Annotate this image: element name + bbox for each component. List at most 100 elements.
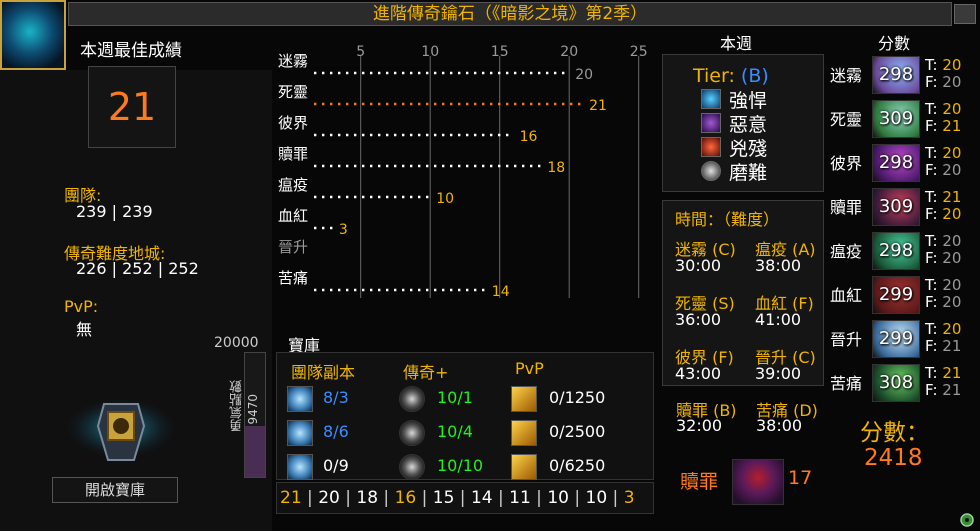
run-level: 15: [432, 488, 455, 508]
f-prefix: F:: [925, 161, 943, 179]
run-level: 16: [394, 488, 417, 508]
dungeon-score-badge[interactable]: 308: [872, 364, 920, 402]
mythic-reward-icon[interactable]: [399, 420, 425, 446]
t-value: 21: [942, 364, 962, 382]
pvp-progress-2: 0/2500: [549, 422, 606, 441]
great-vault-icon[interactable]: [66, 390, 176, 474]
timer-value: 38:00: [755, 256, 802, 275]
affix-panel: Tier: (B) 強悍 惡意 兇殘 磨難: [662, 54, 824, 192]
raid-reward-icon[interactable]: [287, 420, 313, 446]
settings-gear-icon[interactable]: [958, 512, 976, 528]
pvp-progress-3: 0/6250: [549, 456, 606, 475]
valor-progress-fill: [245, 426, 265, 477]
pvp-reward-icon[interactable]: [511, 454, 537, 480]
timer-value: 43:00: [675, 364, 722, 383]
chart-category-label: 贖罪: [278, 145, 308, 163]
raid-reward-icon[interactable]: [287, 454, 313, 480]
f-value: 21: [942, 117, 962, 135]
run-separator: |: [454, 488, 471, 508]
t-prefix: T:: [925, 188, 943, 206]
t-value: 20: [942, 276, 962, 294]
tier-label: Tier:: [693, 65, 735, 87]
t-value: 20: [942, 56, 962, 74]
spiteful-affix-icon[interactable]: [701, 113, 721, 133]
pvp-reward-icon[interactable]: [511, 386, 537, 412]
t-prefix: T:: [925, 276, 943, 294]
vault-header-mythic: 傳奇+: [403, 363, 449, 382]
best-run-dungeon-icon[interactable]: [732, 459, 784, 505]
t-prefix: T:: [925, 56, 943, 74]
weekly-runs-list: 21 | 20 | 18 | 16 | 15 | 14 | 11 | 10 | …: [276, 482, 654, 514]
tyrannical-level: T: 21: [925, 365, 961, 382]
mythic-reward-icon[interactable]: [399, 454, 425, 480]
pvp-reward-icon[interactable]: [511, 420, 537, 446]
dungeon-runs-chart: 5 10 15 20 25 迷霧 20 死靈 21 彼界 16 贖罪 18 瘟疫 10 血紅 3 晉升苦痛 14: [278, 44, 648, 300]
total-score-value: 2418: [864, 445, 923, 471]
dungeon-score-badge[interactable]: 299: [872, 276, 920, 314]
mythic-progress-3: 10/10: [437, 456, 484, 475]
run-separator: |: [301, 488, 319, 508]
raging-affix-icon[interactable]: [701, 137, 721, 157]
valor-label: 勇氣點數: [230, 380, 245, 432]
t-value: 20: [942, 232, 962, 250]
fortified-level: F: 21: [925, 382, 961, 399]
dungeon-score-badge[interactable]: 298: [872, 56, 920, 94]
mythic-value: 226 | 252 | 252: [76, 259, 199, 278]
chart-category-label: 瘟疫: [278, 176, 308, 194]
t-prefix: T:: [925, 144, 943, 162]
dungeon-score-badge[interactable]: 309: [872, 100, 920, 138]
fortified-affix-icon[interactable]: [701, 89, 721, 109]
pvp-value: 無: [76, 320, 93, 339]
tyrannical-level: T: 20: [925, 277, 961, 294]
mythic-progress-2: 10/4: [437, 422, 473, 441]
dungeon-timers-panel: 時間：（難度） 迷霧 (C) 30:00 瘟疫 (A) 38:00 死靈 (S)…: [662, 200, 824, 386]
f-prefix: F:: [925, 249, 943, 267]
raid-reward-icon[interactable]: [287, 386, 313, 412]
run-separator: |: [530, 488, 548, 508]
timer-value: 38:00: [756, 416, 803, 435]
week-title: 本週: [720, 34, 753, 53]
t-value: 20: [942, 144, 962, 162]
timer-value: 39:00: [755, 364, 802, 383]
dungeon-score-badge[interactable]: 309: [872, 188, 920, 226]
dungeon-score-badge[interactable]: 298: [872, 144, 920, 182]
raid-progress-2: 8/6: [323, 422, 349, 441]
t-prefix: T:: [925, 364, 943, 382]
f-value: 20: [942, 73, 962, 91]
raid-progress-3: 0/9: [323, 456, 349, 475]
dungeon-score-badge[interactable]: 298: [872, 232, 920, 270]
f-value: 21: [942, 381, 962, 399]
run-level: 10: [547, 488, 569, 508]
run-separator: |: [378, 488, 395, 508]
timer-value: 32:00: [676, 416, 723, 435]
valor-max: 20000: [214, 335, 259, 351]
valor-value: 9470: [246, 394, 260, 425]
fortified-level: F: 21: [925, 338, 961, 355]
chart-category-label: 苦痛: [278, 269, 308, 287]
score-dungeon-name: 血紅: [830, 286, 863, 305]
weekly-best-label: 本週最佳成績: [80, 41, 182, 61]
vault-header-raid: 團隊副本: [291, 363, 356, 382]
best-run-dungeon: 贖罪: [680, 471, 719, 493]
f-prefix: F:: [925, 117, 943, 135]
t-value: 20: [942, 320, 962, 338]
close-button[interactable]: [954, 4, 976, 24]
run-separator: |: [492, 488, 510, 508]
dungeon-score-badge[interactable]: 299: [872, 320, 920, 358]
t-value: 20: [942, 100, 962, 118]
fortified-level: F: 20: [925, 74, 961, 91]
open-vault-button[interactable]: 開啟寶庫: [52, 477, 178, 503]
run-separator: |: [416, 488, 433, 508]
score-dungeon-name: 贖罪: [830, 198, 863, 217]
tyrannical-level: T: 20: [925, 101, 961, 118]
chart-value-label: 3: [339, 222, 348, 238]
mythic-progress-1: 10/1: [437, 388, 473, 407]
score-title: 分數: [878, 34, 911, 53]
mythic-reward-icon[interactable]: [399, 386, 425, 412]
keystone-emblem-icon: [0, 0, 66, 70]
chart-tick-label: 10: [421, 44, 439, 60]
chart-category-label: 血紅: [278, 207, 308, 225]
tormented-affix-icon[interactable]: [701, 161, 721, 181]
score-dungeon-name: 苦痛: [830, 374, 863, 393]
t-value: 21: [942, 188, 962, 206]
